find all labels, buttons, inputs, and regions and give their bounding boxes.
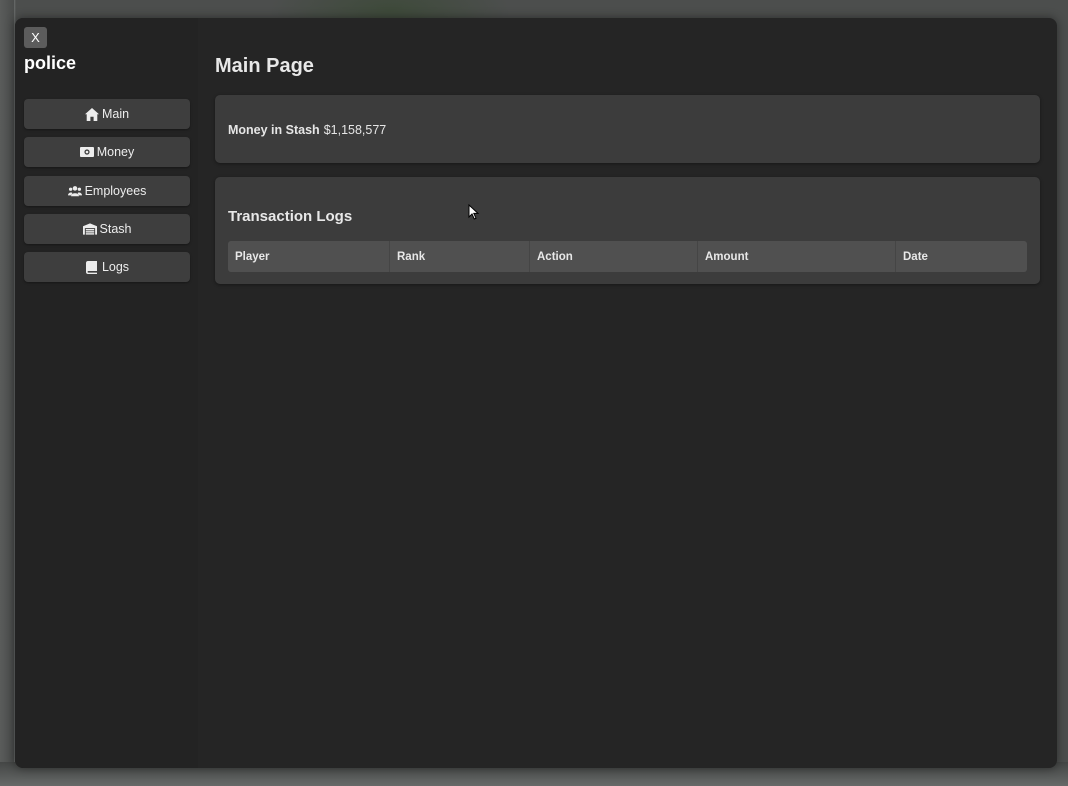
mouse-cursor-icon [468, 203, 480, 225]
column-header-action: Action [529, 241, 698, 272]
close-button[interactable]: X [24, 27, 47, 48]
transaction-logs-card: Transaction Logs Player Rank Action Amou… [215, 177, 1040, 284]
users-icon [67, 184, 82, 198]
warehouse-icon [82, 222, 97, 236]
sidebar-item-label: Main [101, 107, 130, 121]
home-icon [84, 107, 99, 121]
sidebar-nav: Main Money Employees Stash Logs [24, 99, 190, 290]
money-value: $1,158,577 [323, 123, 387, 137]
transaction-logs-table: Player Rank Action Amount Date [228, 241, 1027, 272]
table-header-row: Player Rank Action Amount Date [228, 241, 1027, 272]
book-icon [85, 260, 99, 274]
sidebar-item-stash[interactable]: Stash [24, 213, 190, 244]
sidebar-item-label: Stash [99, 221, 132, 236]
money-in-stash: Money in Stash $1,158,577 [228, 123, 386, 137]
sidebar-item-label: Money [96, 145, 135, 160]
sidebar-item-main[interactable]: Main [24, 99, 190, 129]
column-header-rank: Rank [389, 241, 530, 272]
column-header-player: Player [228, 241, 390, 272]
money-label: Money in Stash [228, 123, 320, 137]
organization-name: police [24, 53, 77, 73]
column-header-date: Date [895, 241, 1027, 272]
money-bill-icon [79, 145, 94, 159]
boss-menu-window: X police Main Money Employees Stash Logs… [15, 18, 1057, 768]
sidebar-item-label: Logs [101, 260, 130, 275]
transaction-logs-title: Transaction Logs [228, 208, 353, 225]
sidebar-item-employees[interactable]: Employees [24, 175, 190, 206]
money-card: Money in Stash $1,158,577 [215, 95, 1040, 163]
sidebar-item-money[interactable]: Money [24, 137, 190, 168]
column-header-amount: Amount [697, 241, 896, 272]
page-title: Main Page [215, 55, 314, 77]
sidebar-item-label: Employees [84, 183, 147, 198]
sidebar: X police Main Money Employees Stash Logs [15, 18, 198, 768]
sidebar-item-logs[interactable]: Logs [24, 252, 190, 283]
